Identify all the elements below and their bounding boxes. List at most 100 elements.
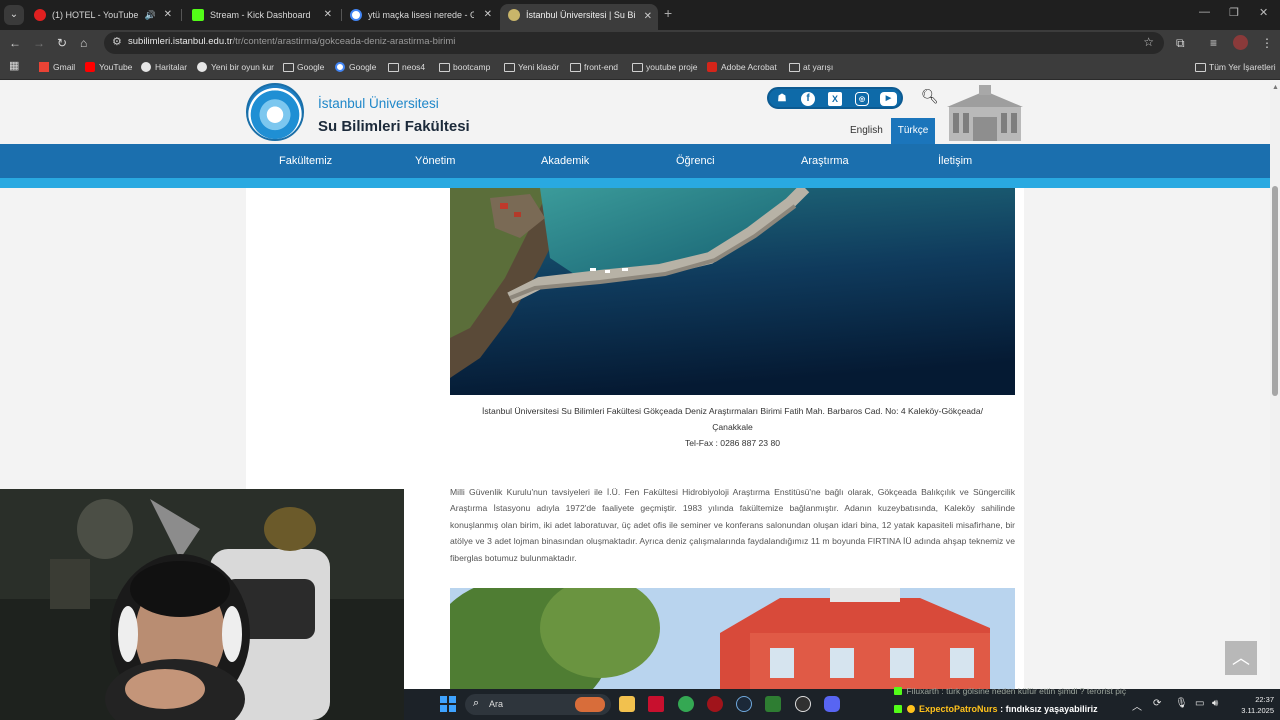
- discord-icon[interactable]: [824, 696, 840, 712]
- bookmark-folder-bootcamp[interactable]: bootcamp: [439, 61, 490, 74]
- speaker-icon[interactable]: 🔊: [145, 4, 156, 26]
- clock-date: 3.11.2025: [1241, 706, 1274, 715]
- bookmark-folder-at-yarisi[interactable]: at yarışı: [789, 61, 833, 74]
- taskbar-search-placeholder: Ara: [489, 699, 504, 709]
- close-window-icon[interactable]: ✕: [1259, 6, 1268, 19]
- profile-avatar-icon[interactable]: [1233, 35, 1248, 50]
- close-tab-icon[interactable]: ✕: [164, 4, 172, 26]
- scrollbar-thumb[interactable]: [1272, 186, 1278, 396]
- tab-search-button[interactable]: ⌄: [4, 5, 24, 25]
- extensions-icon[interactable]: ⧉: [1176, 34, 1185, 52]
- nav-yonetim[interactable]: Yönetim: [415, 144, 455, 178]
- sync-icon[interactable]: ⟳: [1153, 698, 1161, 709]
- bookmark-adobe-acrobat[interactable]: Adobe Acrobat: [707, 61, 777, 74]
- bookmark-label: front-end: [584, 62, 619, 72]
- nav-fakultemiz[interactable]: Fakültemiz: [279, 144, 332, 178]
- bookmark-label: Adobe Acrobat: [721, 62, 777, 72]
- home-icon[interactable]: ⌂: [80, 34, 87, 52]
- bookmark-folder-yeni-klasor[interactable]: Yeni klasör: [504, 61, 559, 74]
- folder-icon: [283, 63, 294, 72]
- app-icon[interactable]: [707, 696, 723, 712]
- clock-time: 22:37: [1255, 695, 1274, 704]
- system-clock[interactable]: 22:37 3.11.2025: [1232, 694, 1274, 716]
- media-controls-icon[interactable]: ≡: [1210, 34, 1217, 52]
- bookmark-label: Tüm Yer İşaretleri: [1209, 62, 1276, 72]
- bookmark-label: Gmail: [53, 62, 76, 72]
- media-app-icon[interactable]: [765, 696, 781, 712]
- restore-icon[interactable]: ❐: [1229, 6, 1239, 19]
- google-favicon-icon: [350, 9, 362, 21]
- google-icon: [335, 62, 345, 72]
- menu-dots-icon[interactable]: ⋮: [1261, 34, 1273, 52]
- steam-icon[interactable]: [736, 696, 752, 712]
- bookmark-label: Yeni klasör: [518, 62, 560, 72]
- student-icon[interactable]: ☗: [775, 92, 789, 106]
- tab-title: İstanbul Üniversitesi | Su Bilimle: [526, 10, 636, 20]
- mic-icon[interactable]: 🎙︎: [1175, 698, 1188, 709]
- back-to-top-button[interactable]: ︿: [1225, 641, 1257, 675]
- bookmark-youtube[interactable]: YouTube: [85, 61, 132, 74]
- address-bar[interactable]: ⚙ subilimleri.istanbul.edu.tr/tr/content…: [104, 32, 1164, 54]
- chrome-icon[interactable]: [678, 696, 694, 712]
- windows-start-icon[interactable]: [440, 696, 456, 712]
- webcam-overlay: [0, 489, 404, 720]
- institution-name[interactable]: İstanbul Üniversitesi: [318, 96, 439, 111]
- tab-title: (1) HOTEL - YouTube: [52, 10, 139, 20]
- bookmark-label: youtube proje: [646, 62, 698, 72]
- site-search-icon[interactable]: 🔍︎: [921, 88, 939, 105]
- apps-grid-icon[interactable]: ▦: [9, 60, 19, 73]
- nav-arastirma[interactable]: Araştırma: [801, 144, 849, 178]
- university-favicon-icon: [508, 9, 520, 21]
- url-text: subilimleri.istanbul.edu.tr/tr/content/a…: [128, 36, 455, 47]
- volume-icon[interactable]: 🔊︎: [1212, 698, 1218, 709]
- minimize-icon[interactable]: —: [1199, 6, 1210, 18]
- tab-divider: [181, 9, 182, 21]
- tray-overflow-icon[interactable]: ︿: [1132, 698, 1142, 713]
- language-english[interactable]: English: [850, 125, 883, 136]
- bookmark-yeni-oyun[interactable]: Yeni bir oyun kur: [197, 61, 274, 74]
- display-icon[interactable]: ▭: [1195, 698, 1204, 709]
- tab-title: Stream - Kick Dashboard: [210, 10, 311, 20]
- netflix-icon[interactable]: [648, 696, 664, 712]
- tab-google-search[interactable]: ytü maçka lisesi nerede - Goog ✕: [342, 4, 498, 26]
- instagram-icon[interactable]: ◎: [855, 92, 869, 106]
- bookmark-folder-neos4[interactable]: neos4: [388, 61, 425, 74]
- bookmark-gmail[interactable]: Gmail: [39, 61, 75, 74]
- close-tab-icon[interactable]: ✕: [324, 4, 332, 26]
- bookmark-folder-youtube-proje[interactable]: youtube proje: [632, 61, 698, 74]
- search-highlight-icon: [575, 697, 605, 712]
- browser-tab-strip: ⌄ (1) HOTEL - YouTube 🔊 ✕ Stream - Kick …: [0, 0, 1280, 30]
- reload-icon[interactable]: ↻: [57, 34, 67, 52]
- close-tab-icon[interactable]: ✕: [644, 6, 652, 28]
- youtube-icon[interactable]: ▶: [880, 92, 897, 106]
- faculty-name[interactable]: Su Bilimleri Fakültesi: [318, 118, 470, 135]
- station-building-photo: [450, 588, 1015, 689]
- tab-youtube-hotel[interactable]: (1) HOTEL - YouTube 🔊 ✕: [26, 4, 178, 26]
- nav-akademik[interactable]: Akademik: [541, 144, 589, 178]
- taskbar-search[interactable]: ⌕ Ara: [465, 694, 611, 715]
- bookmark-folder-google[interactable]: Google: [283, 61, 324, 74]
- nav-ogrenci[interactable]: Öğrenci: [676, 144, 715, 178]
- bookmark-star-icon[interactable]: ☆: [1143, 35, 1154, 49]
- bookmark-label: neos4: [402, 62, 426, 72]
- obs-icon[interactable]: [795, 696, 811, 712]
- scroll-up-arrow-icon[interactable]: ▲: [1272, 84, 1279, 91]
- close-tab-icon[interactable]: ✕: [484, 4, 492, 26]
- forward-icon[interactable]: →: [33, 34, 45, 52]
- x-icon[interactable]: X: [828, 92, 842, 106]
- new-tab-button[interactable]: +: [664, 5, 672, 21]
- site-info-icon[interactable]: ⚙: [112, 35, 122, 48]
- tab-kick-dashboard[interactable]: Stream - Kick Dashboard ✕: [184, 4, 338, 26]
- bookmark-haritalar[interactable]: Haritalar: [141, 61, 187, 74]
- back-icon[interactable]: ←: [9, 34, 21, 52]
- all-bookmarks-button[interactable]: Tüm Yer İşaretleri: [1195, 61, 1276, 74]
- file-explorer-icon[interactable]: [619, 696, 635, 712]
- language-turkish[interactable]: Türkçe: [891, 118, 935, 144]
- university-logo[interactable]: [246, 83, 304, 141]
- bookmark-google[interactable]: Google: [335, 61, 376, 74]
- tab-su-bilimleri[interactable]: İstanbul Üniversitesi | Su Bilimle ✕: [500, 4, 658, 30]
- nav-accent-bar: [0, 178, 1270, 188]
- nav-iletisim[interactable]: İletişim: [938, 144, 972, 178]
- facebook-icon[interactable]: f: [801, 92, 815, 106]
- bookmark-folder-front-end[interactable]: front-end: [570, 61, 618, 74]
